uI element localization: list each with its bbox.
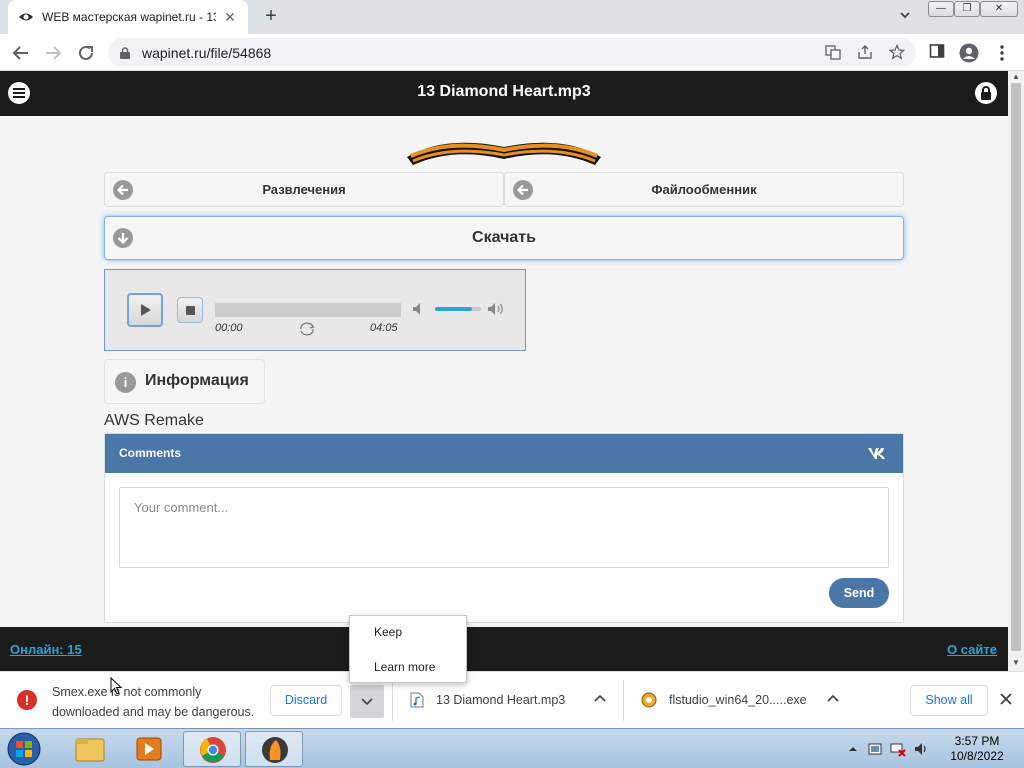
back-arrow-circle-icon (513, 180, 533, 200)
nav-label: Развлечения (262, 182, 346, 197)
address-bar[interactable]: wapinet.ru/file/54868 (108, 38, 916, 67)
nav-label: Файлообменник (651, 182, 757, 197)
discard-button[interactable]: Discard (270, 685, 342, 716)
login-lock-icon[interactable] (975, 82, 997, 104)
about-site-link[interactable]: О сайте (947, 642, 997, 657)
network-disconnected-icon[interactable] (890, 741, 906, 757)
chevron-up-icon[interactable] (825, 691, 841, 707)
seek-bar[interactable] (215, 303, 401, 317)
scroll-down-arrow-icon[interactable]: ▼ (1012, 659, 1020, 667)
scroll-up-arrow-icon[interactable]: ▲ (1012, 73, 1020, 81)
volume-max-icon[interactable] (487, 301, 503, 317)
comment-input[interactable] (119, 487, 889, 568)
new-tab-button[interactable]: + (260, 6, 282, 28)
volume-tray-icon[interactable] (913, 741, 929, 757)
minimize-window-icon[interactable]: — (928, 1, 954, 17)
audio-player: 00:00 04:05 (104, 269, 526, 351)
divider (392, 680, 393, 721)
restore-window-icon[interactable]: ❐ (954, 1, 980, 17)
current-time: 00:00 (215, 322, 243, 334)
download-item-name[interactable]: flstudio_win64_20.....exe (669, 693, 807, 707)
download-arrow-circle-icon (113, 228, 133, 248)
download-context-menu: Keep Learn more (349, 615, 467, 683)
show-hidden-icons-icon[interactable] (845, 741, 861, 757)
page-title: 13 Diamond Heart.mp3 (417, 83, 591, 100)
chevron-up-icon[interactable] (592, 691, 608, 707)
menu-item-learn-more[interactable]: Learn more (350, 652, 466, 682)
menu-item-keep[interactable]: Keep (350, 617, 466, 647)
play-button[interactable] (127, 293, 163, 327)
vk-comments-widget: Comments Send (104, 433, 904, 623)
tab-title: WEB мастерская wapinet.ru - 13 (42, 10, 216, 24)
site-header: 13 Diamond Heart.mp3 (0, 71, 1008, 116)
side-panel-icon[interactable] (927, 43, 947, 63)
total-time: 04:05 (370, 322, 398, 334)
nav-back-file-exchange[interactable]: Файлообменник (504, 172, 904, 207)
send-comment-button[interactable]: Send (829, 578, 889, 608)
back-arrow-circle-icon (113, 180, 133, 200)
reload-icon[interactable] (75, 42, 97, 64)
download-item-name[interactable]: 13 Diamond Heart.mp3 (436, 693, 565, 707)
scrollbar-thumb[interactable] (1011, 83, 1021, 651)
tab-close-icon[interactable]: ✕ (222, 9, 238, 26)
download-shelf: ! Smex.exe is not commonly downloaded an… (0, 671, 1024, 728)
wapinet-favicon-icon (18, 9, 34, 25)
stop-button[interactable] (177, 297, 203, 323)
vk-logo-icon[interactable] (867, 446, 889, 463)
chrome-taskbar-icon[interactable] (183, 731, 241, 767)
fl-studio-taskbar-icon[interactable] (245, 731, 303, 767)
mouse-cursor-icon (110, 676, 123, 695)
download-label: Скачать (472, 229, 536, 246)
windows-taskbar: 3:57 PM 10/8/2022 (0, 728, 1024, 768)
repeat-icon[interactable] (298, 322, 316, 336)
bookmark-star-icon[interactable] (888, 43, 906, 62)
url-text: wapinet.ru/file/54868 (142, 45, 272, 61)
breadcrumb-nav: Развлечения Файлообменник (104, 172, 904, 207)
information-button[interactable]: i Информация (104, 359, 265, 404)
tab-strip: WEB мастерская wapinet.ru - 13 ✕ + — ❐ ✕ (0, 0, 1024, 34)
lock-icon[interactable] (120, 46, 130, 59)
dangerous-download-warning: Smex.exe is not commonly downloaded and … (52, 685, 255, 719)
volume-slider[interactable] (435, 307, 481, 311)
show-all-downloads-button[interactable]: Show all (910, 685, 988, 716)
comments-title: Comments (119, 446, 182, 460)
information-label: Информация (145, 372, 249, 389)
download-button[interactable]: Скачать (104, 216, 904, 260)
share-icon[interactable] (856, 44, 874, 62)
media-player-taskbar-icon[interactable] (120, 731, 178, 767)
browser-toolbar: wapinet.ru/file/54868 (0, 34, 1024, 71)
start-button-icon[interactable] (4, 731, 44, 767)
action-center-flag-icon[interactable] (867, 741, 883, 757)
volume-level-fill (435, 307, 472, 311)
nav-back-entertainment[interactable]: Развлечения (104, 172, 504, 207)
page-scrollbar[interactable]: ▲ ▼ (1008, 71, 1024, 671)
back-arrow-icon[interactable] (10, 42, 32, 64)
st-george-ribbon-logo (405, 135, 603, 169)
site-footer: Онлайн: 15 О сайте (0, 627, 1008, 671)
tab-search-chevron-icon[interactable] (896, 8, 914, 26)
close-window-icon[interactable]: ✕ (980, 1, 1018, 17)
mute-icon[interactable] (411, 301, 427, 317)
system-clock[interactable]: 3:57 PM 10/8/2022 (944, 734, 1010, 764)
installer-file-icon (641, 692, 657, 708)
audio-file-icon (410, 692, 424, 708)
clock-time: 3:57 PM (954, 734, 1000, 748)
browser-tab[interactable]: WEB мастерская wapinet.ru - 13 ✕ (8, 0, 248, 34)
translate-icon[interactable] (824, 44, 842, 62)
forward-arrow-icon[interactable] (42, 42, 64, 64)
info-icon: i (115, 372, 136, 393)
file-description: AWS Remake (104, 412, 204, 429)
divider (623, 680, 624, 721)
explorer-taskbar-icon[interactable] (60, 731, 118, 767)
danger-warning-icon: ! (17, 690, 37, 710)
browser-menu-icon[interactable] (992, 43, 1012, 63)
close-download-shelf-icon[interactable] (998, 691, 1014, 707)
page-viewport: 13 Diamond Heart.mp3 Развлечения Файлооб… (0, 71, 1008, 671)
comments-header: Comments (105, 434, 903, 473)
clock-date: 10/8/2022 (950, 749, 1004, 763)
profile-avatar-icon[interactable] (959, 43, 979, 63)
online-count-link[interactable]: Онлайн: 15 (10, 642, 82, 657)
download-options-button[interactable] (350, 685, 384, 718)
